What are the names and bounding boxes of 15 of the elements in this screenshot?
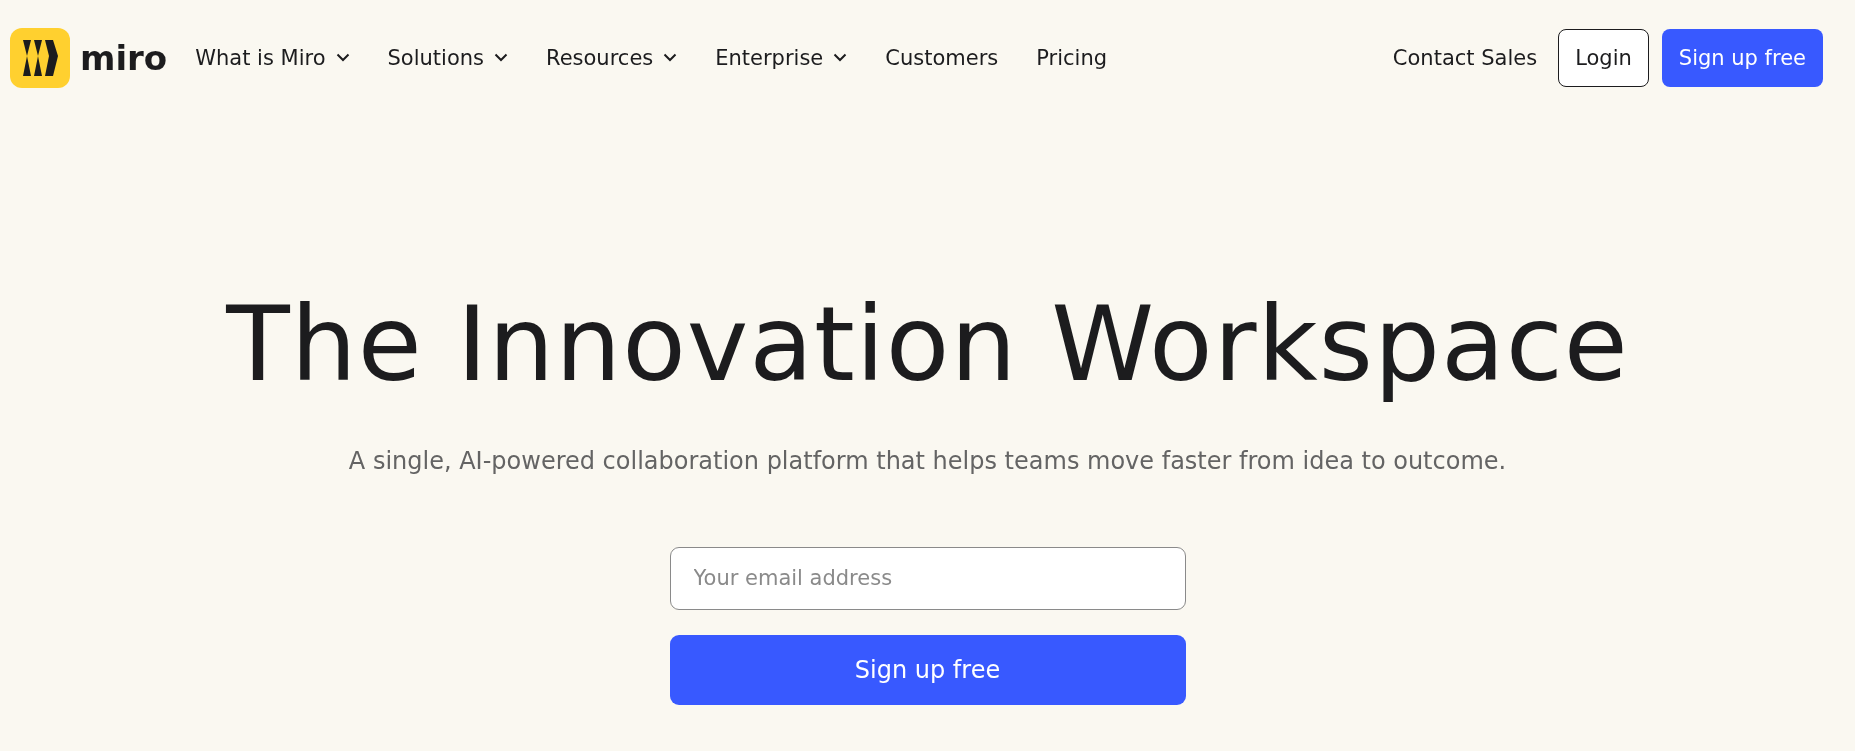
nav-link[interactable]: Customers [885, 45, 999, 70]
nav-link[interactable]: Solutions [387, 45, 508, 70]
nav-link[interactable]: Resources [546, 45, 678, 70]
contact-sales-link[interactable]: Contact Sales [1392, 45, 1538, 70]
logo-icon[interactable] [10, 27, 70, 88]
nav-link[interactable]: What is Miro [195, 45, 350, 70]
hero-title: The Innovation Workspace [226, 285, 1629, 405]
email-field[interactable]: Your email address [669, 546, 1186, 610]
signup-button[interactable]: Sign up free [1661, 28, 1823, 87]
hero-subtitle: A single, AI-powered collaboration platform that helps teams move faster from idea to outcome. [348, 446, 1507, 475]
login-button[interactable]: Login [1558, 28, 1649, 87]
signup-button[interactable]: Sign up free [669, 634, 1186, 705]
nav-link[interactable]: Pricing [1036, 45, 1108, 70]
logo-wordmark[interactable]: miro [80, 37, 168, 78]
nav-link[interactable]: Enterprise [715, 45, 848, 70]
